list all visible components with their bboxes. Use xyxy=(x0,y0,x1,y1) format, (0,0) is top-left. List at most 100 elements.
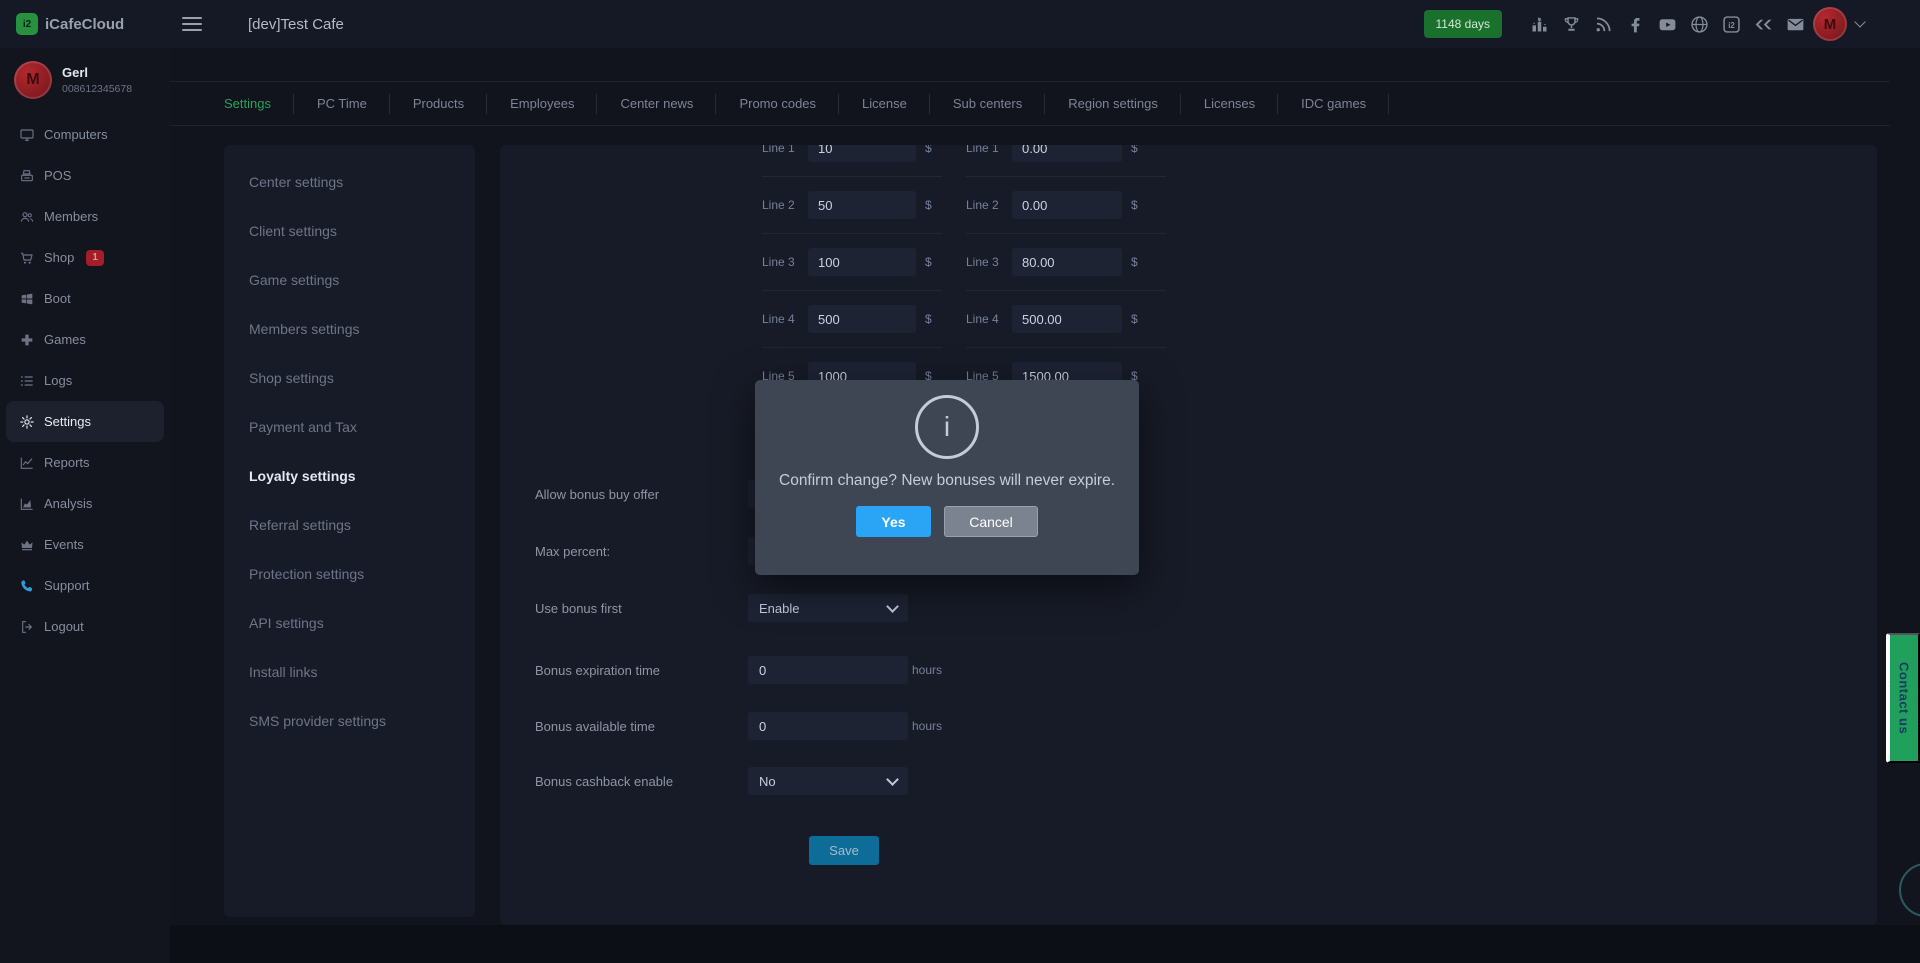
line-label: Line 2 xyxy=(762,198,808,212)
sidebar-item-support[interactable]: Support xyxy=(0,565,170,606)
settings-nav-item[interactable]: Install links xyxy=(224,647,475,696)
sidebar-item-members[interactable]: Members xyxy=(0,196,170,237)
currency-label: $ xyxy=(925,312,932,326)
globe-icon[interactable] xyxy=(1683,9,1715,39)
crown-icon xyxy=(19,537,35,553)
bonus-cashback-select[interactable]: No xyxy=(748,767,908,795)
icafecloud-logo-icon: i2 xyxy=(16,13,38,35)
settings-tabs: SettingsPC TimeProductsEmployeesCenter n… xyxy=(170,81,1890,126)
hours-unit-label: hours xyxy=(912,663,942,677)
settings-nav-item[interactable]: API settings xyxy=(224,598,475,647)
topbar: i2 iCafeCloud [dev]Test Cafe 1148 days xyxy=(0,0,1920,48)
line-label: Line 3 xyxy=(966,255,1012,269)
sidebar-item-logs[interactable]: Logs xyxy=(0,360,170,401)
save-button[interactable]: Save xyxy=(809,836,879,865)
bonus-available-input[interactable] xyxy=(748,712,908,740)
line-amount-input[interactable] xyxy=(808,191,916,219)
sidebar-item-logout[interactable]: Logout xyxy=(0,606,170,647)
line-chart-icon xyxy=(19,455,35,471)
people-icon xyxy=(19,209,35,225)
line-bonus-input[interactable] xyxy=(1012,191,1122,219)
tab[interactable]: Licenses xyxy=(1181,82,1278,125)
sidebar-item-analysis[interactable]: Analysis xyxy=(0,483,170,524)
settings-nav-item[interactable]: Referral settings xyxy=(224,500,475,549)
tab[interactable]: Employees xyxy=(487,82,597,125)
loyalty-settings-panel: Line 1 $ Line 2 $ Line 3 $ Line 4 $ Line… xyxy=(500,145,1877,925)
settings-nav-item[interactable]: Payment and Tax xyxy=(224,402,475,451)
bottom-strip xyxy=(0,925,1920,963)
settings-nav-item[interactable]: Shop settings xyxy=(224,353,475,402)
sidebar-item-computers[interactable]: Computers xyxy=(0,114,170,155)
max-percent-label: Max percent: xyxy=(535,544,610,559)
settings-nav-item[interactable]: Protection settings xyxy=(224,549,475,598)
allow-bonus-row: Allow bonus buy offer xyxy=(535,480,1877,508)
settings-nav-item[interactable]: Loyalty settings xyxy=(224,451,475,500)
sidebar-item-shop[interactable]: Shop 1 xyxy=(0,237,170,278)
sidebar-item-events[interactable]: Events xyxy=(0,524,170,565)
tab[interactable]: Settings xyxy=(201,82,294,125)
youtube-icon[interactable] xyxy=(1651,9,1683,39)
sidebar-item-settings[interactable]: Settings xyxy=(6,401,164,442)
monitor-icon xyxy=(19,127,35,143)
hamburger-menu-icon[interactable] xyxy=(182,17,202,31)
cancel-button[interactable]: Cancel xyxy=(944,506,1038,537)
dialog-actions: Yes Cancel xyxy=(755,506,1139,537)
settings-nav-item[interactable]: Center settings xyxy=(224,157,475,206)
use-bonus-first-select[interactable]: Enable xyxy=(748,594,908,622)
tab[interactable]: Products xyxy=(390,82,487,125)
tab[interactable]: Center news xyxy=(597,82,716,125)
tab[interactable]: PC Time xyxy=(294,82,390,125)
cafe-title: [dev]Test Cafe xyxy=(248,16,344,33)
currency-label: $ xyxy=(925,145,932,155)
line-bonus-input[interactable] xyxy=(1012,145,1122,162)
contact-us-tab[interactable]: Contact us xyxy=(1886,633,1920,763)
yes-button[interactable]: Yes xyxy=(856,506,931,537)
line-amount-input[interactable] xyxy=(808,305,916,333)
ranking-podium-icon[interactable] xyxy=(1523,9,1555,39)
tab[interactable]: Region settings xyxy=(1045,82,1181,125)
line-bonus-input[interactable] xyxy=(1012,305,1122,333)
bonus-line-row: Line 2 $ xyxy=(762,176,942,233)
tab[interactable]: Promo codes xyxy=(716,82,839,125)
info-icon: i xyxy=(915,395,979,459)
gamepad-icon xyxy=(19,332,35,348)
trophy-icon[interactable] xyxy=(1555,9,1587,39)
account-menu-button[interactable]: M xyxy=(1813,7,1864,41)
layers-icon[interactable] xyxy=(1747,9,1779,39)
tab[interactable]: License xyxy=(839,82,930,125)
collapse-chevron-button[interactable]: ‹ xyxy=(1899,863,1920,917)
sidebar-item-label: POS xyxy=(44,168,71,183)
bonus-available-row: Bonus available time hours xyxy=(535,712,1877,740)
tab[interactable]: Sub centers xyxy=(930,82,1045,125)
sidebar-item-pos[interactable]: POS xyxy=(0,155,170,196)
max-percent-row: Max percent: xyxy=(535,537,1877,565)
facebook-icon[interactable] xyxy=(1619,9,1651,39)
cash-register-icon xyxy=(19,168,35,184)
line-bonus-input[interactable] xyxy=(1012,248,1122,276)
tab[interactable]: IDC games xyxy=(1278,82,1389,125)
allow-bonus-label: Allow bonus buy offer xyxy=(535,487,659,502)
confirm-dialog: i Confirm change? New bonuses will never… xyxy=(755,380,1139,575)
line-amount-input[interactable] xyxy=(808,248,916,276)
area-chart-icon xyxy=(19,496,35,512)
topbar-right: 1148 days M xyxy=(1424,7,1920,41)
sidebar-item-reports[interactable]: Reports xyxy=(0,442,170,483)
bonus-line-row: Line 2 $ xyxy=(966,176,1166,233)
sidebar-nav: Computers POS Members Shop 1 Boot Games … xyxy=(0,114,170,647)
sidebar-item-boot[interactable]: Boot xyxy=(0,278,170,319)
gear-icon xyxy=(19,414,35,430)
sidebar-item-games[interactable]: Games xyxy=(0,319,170,360)
rss-icon[interactable] xyxy=(1587,9,1619,39)
settings-nav-item[interactable]: SMS provider settings xyxy=(224,696,475,745)
days-remaining-badge[interactable]: 1148 days xyxy=(1424,10,1503,38)
settings-nav-item[interactable]: Members settings xyxy=(224,304,475,353)
settings-nav-item[interactable]: Client settings xyxy=(224,206,475,255)
use-bonus-first-value: Enable xyxy=(759,601,799,616)
settings-nav-item[interactable]: Game settings xyxy=(224,255,475,304)
mail-icon[interactable] xyxy=(1779,9,1811,39)
use-bonus-first-row: Use bonus first Enable xyxy=(535,594,1877,622)
line-amount-input[interactable] xyxy=(808,145,916,162)
icafe-logo-icon[interactable] xyxy=(1715,9,1747,39)
bonus-expiration-input[interactable] xyxy=(748,656,908,684)
cart-icon xyxy=(19,250,35,266)
